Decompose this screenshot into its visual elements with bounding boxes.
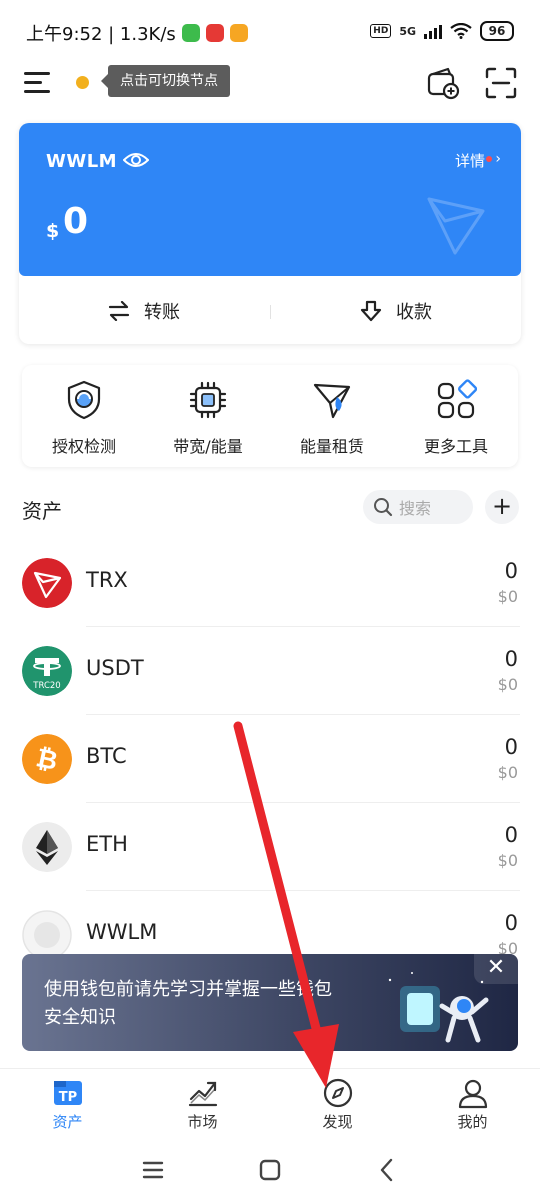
tool-energy-rental[interactable]: 能量租赁 — [270, 365, 394, 467]
asset-row-eth[interactable]: ETH 0 $0 — [0, 803, 540, 891]
tab-label: 资产 — [52, 1113, 83, 1131]
add-asset-button[interactable]: + — [485, 490, 519, 524]
tab-discover[interactable]: 发现 — [270, 1069, 405, 1138]
wechat-notification-icon — [181, 24, 200, 42]
receive-label: 收款 — [396, 302, 432, 323]
tab-label: 发现 — [322, 1113, 353, 1131]
hd-icon: HD — [370, 24, 392, 38]
detail-notification-dot — [486, 156, 492, 162]
usdt-badge: TRC20 — [32, 681, 60, 691]
bottom-tab-bar: TP 资产 市场 发现 我的 — [0, 1068, 540, 1138]
battery-icon: 96 — [480, 21, 514, 41]
menu-icon[interactable] — [24, 72, 50, 94]
node-tooltip: 点击可切换节点 — [101, 65, 230, 97]
status-right: HD 5G 96 — [370, 21, 514, 41]
tab-label: 我的 — [457, 1113, 488, 1131]
tool-label: 带宽/能量 — [173, 437, 243, 456]
wallet-name: WWLM — [46, 151, 118, 172]
tab-assets[interactable]: TP 资产 — [0, 1069, 135, 1138]
status-time-speed: 上午9:52 | 1.3K/s — [26, 24, 176, 45]
asset-row-usdt[interactable]: TRC20 USDT 0 $0 — [0, 627, 540, 715]
add-wallet-icon[interactable] — [426, 66, 460, 100]
usdt-logo-icon: TRC20 — [22, 646, 72, 696]
compass-icon — [323, 1078, 352, 1108]
home-icon[interactable] — [256, 1156, 284, 1184]
tp-logo-icon: TP — [53, 1081, 82, 1105]
wallet-header: 点击可切换节点 — [0, 60, 540, 108]
asset-usd-value: $0 — [497, 763, 518, 782]
wwlm-logo-icon — [22, 910, 72, 960]
tool-bandwidth-energy[interactable]: 带宽/能量 — [146, 365, 270, 467]
wallet-panel: WWLM 详情 › $ 0 转账 收款 — [19, 123, 521, 344]
search-icon — [374, 498, 393, 517]
asset-symbol: BTC — [86, 744, 127, 768]
profile-icon — [458, 1079, 487, 1109]
app-notification-icon — [205, 24, 224, 42]
currency-symbol: $ — [46, 220, 60, 242]
wallet-detail-link[interactable]: 详情 — [455, 150, 485, 171]
network-label: 5G — [399, 24, 416, 38]
recent-apps-icon[interactable] — [139, 1156, 167, 1184]
tool-authorization-check[interactable]: 授权检测 — [22, 365, 146, 467]
asset-row-btc[interactable]: ₿ BTC 0 $0 — [0, 715, 540, 803]
shield-scan-icon — [67, 380, 101, 420]
svg-text:TP: TP — [58, 1090, 76, 1105]
transfer-label: 转账 — [144, 302, 180, 323]
node-status-dot[interactable] — [76, 76, 89, 89]
chevron-right-icon: › — [495, 151, 501, 167]
tab-profile[interactable]: 我的 — [405, 1069, 540, 1138]
signal-icon — [424, 23, 442, 39]
eye-icon[interactable] — [123, 149, 149, 171]
chip-icon — [189, 381, 227, 419]
energy-rocket-icon — [313, 383, 351, 419]
assets-title: 资产 — [22, 499, 62, 523]
asset-amount: 0 — [504, 647, 518, 671]
back-icon[interactable] — [373, 1156, 401, 1184]
tools-grid: 授权检测 带宽/能量 能量租赁 更多工具 — [22, 365, 518, 467]
asset-symbol: WWLM — [86, 920, 158, 944]
taobao-notification-icon — [229, 24, 248, 42]
tool-label: 授权检测 — [51, 437, 116, 456]
asset-amount: 0 — [504, 735, 518, 759]
asset-amount: 0 — [504, 559, 518, 583]
status-left: 上午9:52 | 1.3K/s — [26, 20, 248, 46]
wallet-balance: 0 — [63, 201, 89, 242]
asset-amount: 0 — [504, 823, 518, 847]
asset-usd-value: $0 — [497, 851, 518, 870]
receive-icon — [360, 300, 382, 322]
close-icon[interactable]: ✕ — [474, 954, 518, 984]
security-tips-banner[interactable]: 使用钱包前请先学习并掌握一些钱包安全知识 ✕ — [22, 954, 518, 1051]
asset-symbol: USDT — [86, 656, 144, 680]
wifi-icon — [450, 23, 472, 39]
tool-label: 更多工具 — [423, 437, 488, 456]
tool-more[interactable]: 更多工具 — [394, 365, 518, 467]
tab-label: 市场 — [187, 1113, 218, 1131]
asset-usd-value: $0 — [497, 587, 518, 606]
asset-row-trx[interactable]: TRX 0 $0 — [0, 539, 540, 627]
status-bar: 上午9:52 | 1.3K/s HD 5G 96 — [0, 0, 540, 64]
market-chart-icon — [188, 1081, 217, 1107]
asset-symbol: ETH — [86, 832, 128, 856]
banner-text: 使用钱包前请先学习并掌握一些钱包安全知识 — [44, 979, 332, 1028]
asset-symbol: TRX — [86, 568, 128, 592]
system-nav-bar — [0, 1140, 540, 1200]
eth-logo-icon — [22, 822, 72, 872]
asset-usd-value: $0 — [497, 675, 518, 694]
grid-more-icon — [437, 379, 477, 419]
asset-search-input[interactable]: 搜索 — [363, 490, 473, 524]
transfer-icon — [108, 301, 130, 321]
btc-logo-icon: ₿ — [22, 734, 72, 784]
receive-button[interactable]: 收款 — [271, 288, 521, 334]
transfer-button[interactable]: 转账 — [19, 288, 269, 334]
wallet-card[interactable]: WWLM 详情 › $ 0 — [19, 123, 521, 276]
tab-market[interactable]: 市场 — [135, 1069, 270, 1138]
tron-watermark-icon — [427, 197, 485, 255]
trx-logo-icon — [22, 558, 72, 608]
scan-icon[interactable] — [484, 66, 518, 100]
tool-label: 能量租赁 — [299, 437, 364, 456]
asset-amount: 0 — [504, 911, 518, 935]
search-placeholder: 搜索 — [399, 499, 432, 518]
